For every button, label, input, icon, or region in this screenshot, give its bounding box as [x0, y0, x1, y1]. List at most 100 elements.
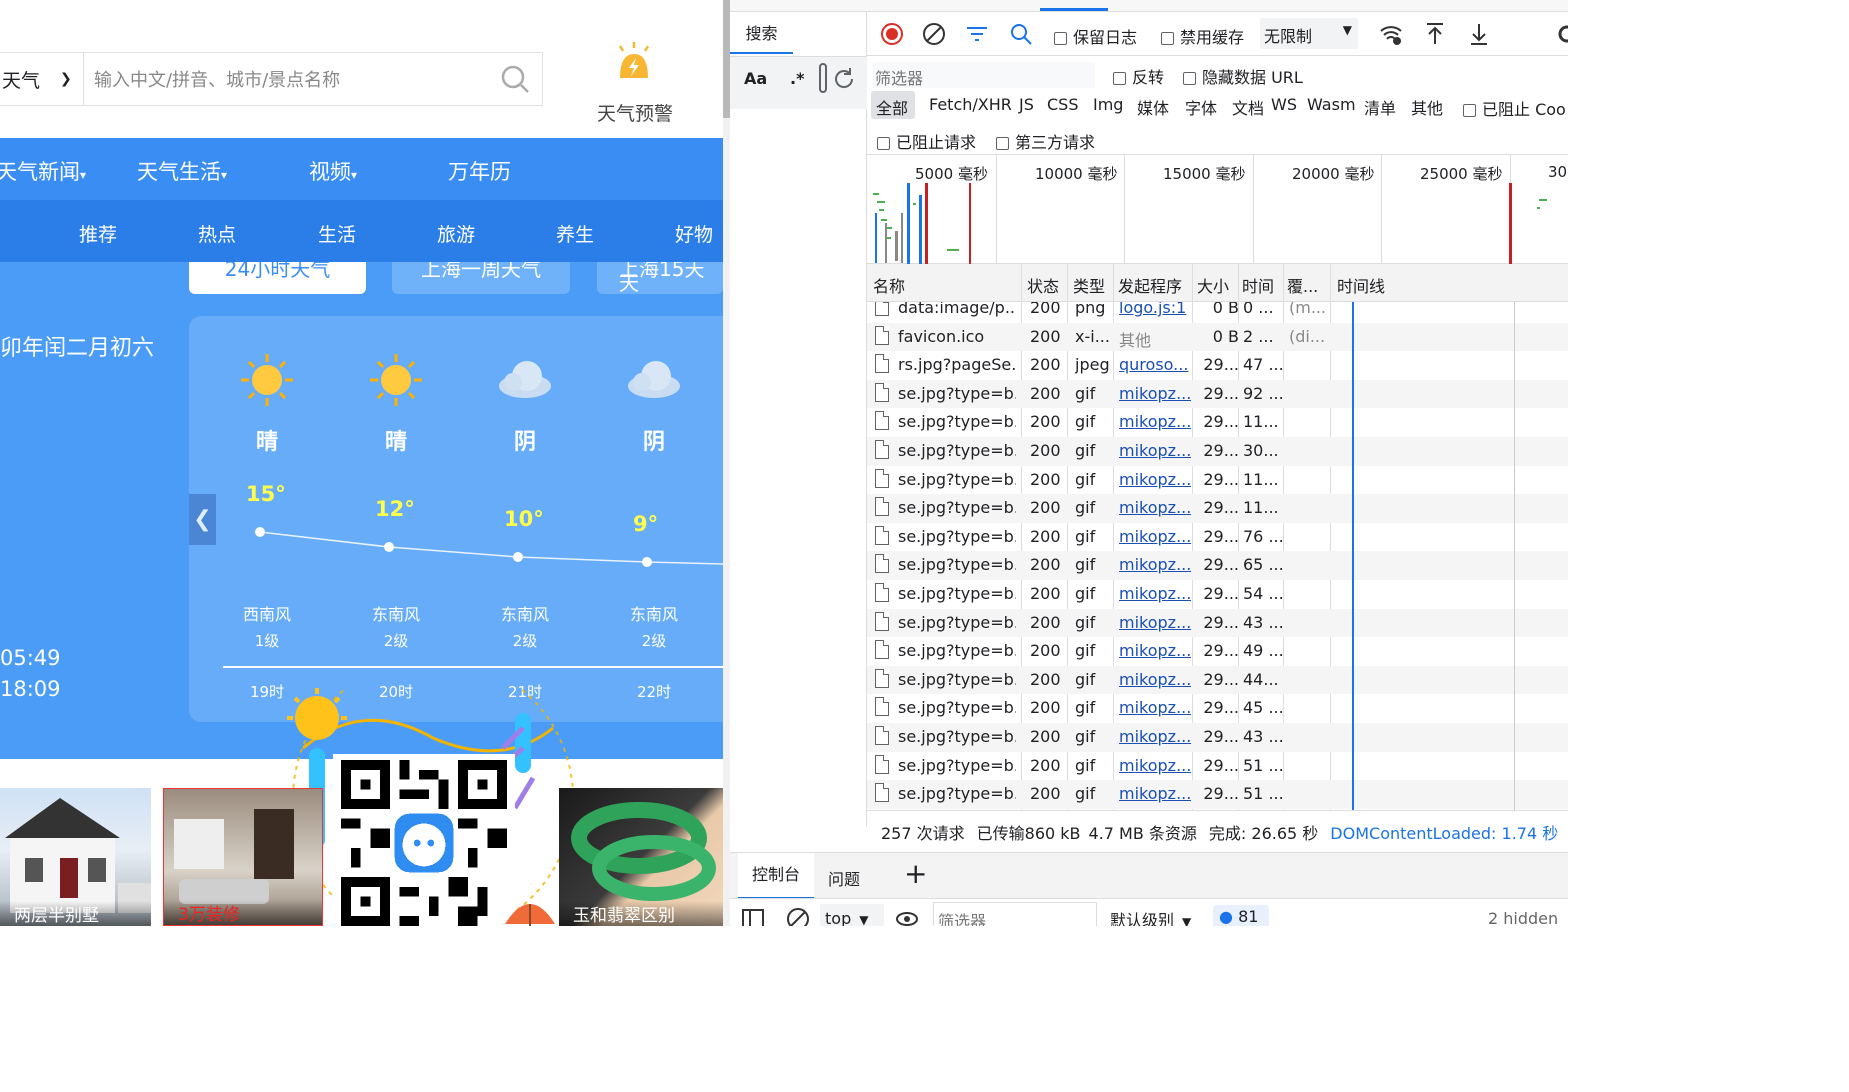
col-time[interactable]: 时间: [1242, 273, 1274, 297]
tab-24h[interactable]: 24小时天气: [189, 262, 366, 294]
table-row[interactable]: se.jpg?type=b... 200 gif mikopz... 29... 11..…: [867, 494, 1568, 523]
table-row[interactable]: se.jpg?type=b... 200 gif mikopz... 29... 11..…: [867, 408, 1568, 437]
request-initiator[interactable]: mikopz...: [1119, 441, 1191, 460]
request-initiator[interactable]: mikopz...: [1119, 756, 1191, 775]
col-waterfall[interactable]: 时间线: [1337, 273, 1385, 297]
add-tab-icon[interactable]: +: [904, 859, 927, 889]
search-input[interactable]: 输入中文/拼音、城市/景点名称: [84, 66, 500, 92]
table-row[interactable]: se.jpg?type=b... 200 gif mikopz... 29... 43 .…: [867, 608, 1568, 638]
type-filter-manifest[interactable]: 清单: [1364, 95, 1396, 119]
request-name[interactable]: se.jpg?type=b...: [898, 498, 1016, 517]
request-name[interactable]: se.jpg?type=b...: [898, 670, 1016, 689]
type-filter-ws[interactable]: WS: [1271, 95, 1297, 114]
checkbox[interactable]: [877, 137, 890, 150]
refresh-icon[interactable]: [831, 66, 857, 92]
request-name[interactable]: se.jpg?type=b...: [898, 613, 1016, 632]
request-initiator[interactable]: mikopz...: [1119, 470, 1191, 489]
request-initiator[interactable]: mikopz...: [1119, 584, 1191, 603]
console-filter-input[interactable]: 筛选器: [933, 902, 1097, 926]
nav-item-life[interactable]: 天气生活▾: [137, 156, 227, 186]
request-name[interactable]: se.jpg?type=b...: [898, 470, 1016, 489]
table-row[interactable]: data:image/p... 200 png logo.js:1 0 B 0 ... (m…: [867, 302, 1568, 323]
clear-icon[interactable]: [922, 22, 946, 46]
record-icon[interactable]: [880, 22, 904, 46]
eye-icon[interactable]: [896, 911, 918, 926]
city-select[interactable]: 天气 ❯: [0, 53, 84, 105]
type-filter-other[interactable]: 其他: [1411, 95, 1443, 119]
thumb-renovation[interactable]: 3万装修: [163, 788, 323, 926]
checkbox[interactable]: [1183, 72, 1196, 85]
request-name[interactable]: se.jpg?type=b...: [898, 412, 1016, 431]
table-row[interactable]: se.jpg?type=b... 200 gif mikopz... 29... 11..…: [867, 466, 1568, 495]
preserve-log-checkbox[interactable]: 保留日志: [1054, 24, 1137, 48]
table-row[interactable]: se.jpg?type=b... 200 gif mikopz... 29... 51 .…: [867, 780, 1568, 809]
request-initiator[interactable]: mikopz...: [1119, 527, 1191, 546]
checkbox[interactable]: [1113, 72, 1126, 85]
request-initiator[interactable]: mikopz...: [1119, 670, 1191, 689]
type-filter-font[interactable]: 字体: [1185, 95, 1217, 119]
col-status[interactable]: 状态: [1027, 273, 1059, 297]
import-har-icon[interactable]: [1423, 22, 1447, 46]
disable-cache-checkbox[interactable]: 禁用缓存: [1161, 24, 1244, 48]
request-name[interactable]: se.jpg?type=b...: [898, 698, 1016, 717]
invert-checkbox[interactable]: 反转: [1113, 64, 1164, 88]
request-initiator[interactable]: mikopz...: [1119, 412, 1191, 431]
checkbox[interactable]: [1463, 104, 1476, 117]
regex-toggle[interactable]: .*: [790, 69, 804, 88]
request-initiator[interactable]: mikopz...: [1119, 555, 1191, 574]
col-name[interactable]: 名称: [873, 273, 905, 297]
tab-15day[interactable]: 上海15天天: [597, 262, 723, 294]
subnav-item[interactable]: 旅游: [437, 220, 475, 247]
table-row[interactable]: se.jpg?type=b... 200 gif mikopz... 29... 43 .…: [867, 723, 1568, 752]
sidebar-toggle-icon[interactable]: [742, 909, 764, 926]
request-initiator[interactable]: mikopz...: [1119, 698, 1191, 717]
table-row[interactable]: se.jpg?type=b... 200 gif mikopz... 29... 65 .…: [867, 551, 1568, 580]
checkbox[interactable]: [1161, 32, 1174, 45]
table-row[interactable]: se.jpg?type=b... 200 gif mikopz... 29... 51 .…: [867, 752, 1568, 781]
nav-item-video[interactable]: 视频▾: [309, 156, 357, 186]
tab-issues[interactable]: 问题: [828, 866, 860, 890]
warning-button[interactable]: [612, 40, 656, 84]
type-filter-all[interactable]: 全部: [876, 95, 908, 119]
request-initiator[interactable]: mikopz...: [1119, 498, 1191, 517]
thumb-jade[interactable]: 玉和翡翠区别: [559, 788, 723, 926]
filter-icon[interactable]: [965, 22, 989, 46]
col-size[interactable]: 大小: [1197, 273, 1229, 297]
request-name[interactable]: data:image/p...: [898, 302, 1016, 317]
request-name[interactable]: se.jpg?type=b...: [898, 384, 1016, 403]
tab-console[interactable]: 控制台: [738, 853, 814, 899]
col-coverage[interactable]: 覆...: [1287, 273, 1318, 297]
tab-week[interactable]: 上海一周天气: [392, 262, 570, 294]
col-initiator[interactable]: 发起程序: [1118, 273, 1182, 297]
export-har-icon[interactable]: [1467, 22, 1491, 46]
table-row[interactable]: se.jpg?type=b... 200 gif mikopz... 29... 92 .…: [867, 379, 1568, 409]
filter-input[interactable]: 筛选器: [873, 62, 1095, 88]
checkbox[interactable]: [996, 137, 1009, 150]
request-name[interactable]: se.jpg?type=b...: [898, 584, 1016, 603]
thumb-villa[interactable]: 两层半别墅: [0, 788, 151, 926]
type-filter-doc[interactable]: 文档: [1232, 95, 1264, 119]
subnav-item[interactable]: 推荐: [79, 220, 117, 247]
network-conditions-icon[interactable]: [1379, 22, 1403, 46]
checkbox[interactable]: [1054, 32, 1067, 45]
nav-item-calendar[interactable]: 万年历: [448, 156, 511, 186]
request-initiator[interactable]: mikopz...: [1119, 613, 1191, 632]
type-filter-media[interactable]: 媒体: [1137, 95, 1169, 119]
table-row[interactable]: se.jpg?type=b... 200 gif mikopz... 29... 44..…: [867, 665, 1568, 695]
subnav-item[interactable]: 养生: [556, 220, 594, 247]
subnav-item[interactable]: 好物: [675, 220, 713, 247]
search-icon[interactable]: [1009, 22, 1033, 46]
request-name[interactable]: rs.jpg?pageSe...: [898, 355, 1016, 374]
request-name[interactable]: se.jpg?type=b...: [898, 555, 1016, 574]
search-icon[interactable]: [500, 64, 530, 94]
table-row[interactable]: se.jpg?type=b... 200 gif mikopz... 29... 49 .…: [867, 637, 1568, 666]
request-name[interactable]: favicon.ico: [898, 327, 1016, 346]
type-filter-wasm[interactable]: Wasm: [1307, 95, 1356, 114]
message-count-badge[interactable]: ● 81: [1213, 905, 1269, 926]
network-overview[interactable]: 5000 毫秒 10000 毫秒 15000 毫秒 20000 毫秒 25000…: [867, 154, 1568, 265]
request-name[interactable]: se.jpg?type=b...: [898, 441, 1016, 460]
blocked-requests-checkbox[interactable]: 已阻止请求: [877, 129, 976, 153]
page-scrollbar[interactable]: [723, 0, 730, 926]
type-filter-js[interactable]: JS: [1019, 95, 1034, 114]
table-row[interactable]: favicon.ico 200 x-i... 其他 0 B2 ... (di...: [867, 322, 1568, 352]
